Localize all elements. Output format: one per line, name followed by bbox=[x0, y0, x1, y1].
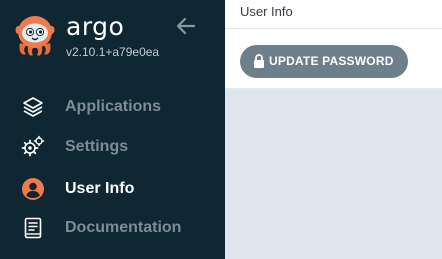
arrow-left-icon[interactable] bbox=[174, 14, 198, 38]
nav-item-label: Applications bbox=[65, 98, 162, 115]
nav-item-applications[interactable]: Applications bbox=[0, 89, 225, 125]
nav-item-settings[interactable]: Settings bbox=[0, 129, 225, 165]
content-area bbox=[225, 89, 442, 259]
argo-logo-icon[interactable] bbox=[10, 10, 60, 60]
nav-item-label: User Info bbox=[65, 180, 135, 197]
app-name: argo bbox=[66, 12, 125, 41]
gears-icon bbox=[21, 135, 45, 159]
nav-item-documentation[interactable]: Documentation bbox=[0, 210, 225, 246]
update-password-button[interactable]: UPDATE PASSWORD bbox=[240, 45, 408, 78]
app-version: v2.10.1+a79e0ea bbox=[66, 45, 160, 59]
nav-item-label: Documentation bbox=[65, 219, 182, 236]
top-bar: User Info bbox=[225, 0, 442, 29]
lock-icon bbox=[253, 54, 265, 68]
nav-item-label: Settings bbox=[65, 138, 129, 155]
main-panel: User Info UPDATE PASSWORD bbox=[225, 0, 442, 259]
book-icon bbox=[21, 216, 45, 240]
user-circle-icon bbox=[21, 177, 45, 201]
page-title: User Info bbox=[240, 4, 293, 19]
layers-icon bbox=[21, 95, 45, 119]
update-password-label: UPDATE PASSWORD bbox=[269, 54, 394, 68]
toolbar: UPDATE PASSWORD bbox=[225, 29, 442, 89]
nav-item-user-info[interactable]: User Info bbox=[0, 171, 225, 207]
sidebar: argo v2.10.1+a79e0ea Applications Settin… bbox=[0, 0, 225, 259]
